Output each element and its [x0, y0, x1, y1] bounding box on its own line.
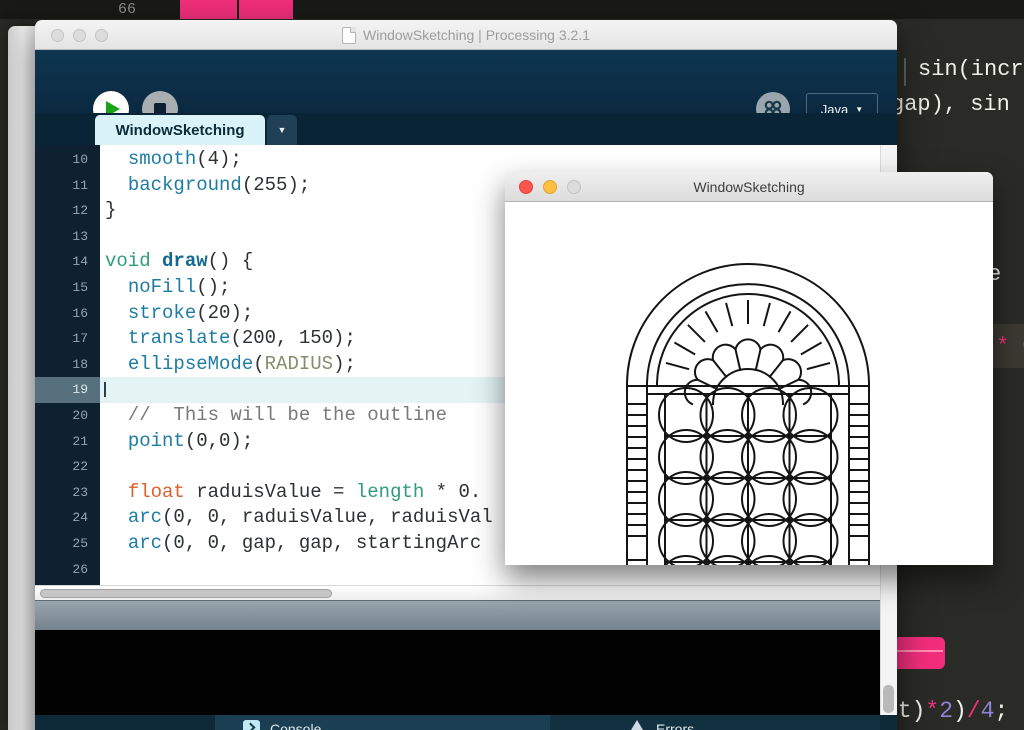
desktop: 66 sin(incr gap), sin e * * 0 et)*2)/4; …: [0, 0, 1024, 730]
horizontal-scrollbar[interactable]: [35, 585, 897, 600]
line-number: 10: [72, 152, 88, 167]
background-cursor-bar: [904, 58, 906, 86]
code-text: arc(0, 0, raduisValue, raduisVal: [127, 506, 493, 529]
tab-console[interactable]: Console: [215, 715, 550, 730]
tab-windowsketching[interactable]: WindowSketching: [95, 115, 265, 145]
line-number: 11: [72, 177, 88, 193]
line-number: 17: [72, 331, 88, 347]
sketch-tab-bar: WindowSketching ▼: [35, 113, 897, 145]
bg-code-operator: *: [996, 334, 1010, 359]
line-number: 25: [72, 535, 88, 551]
document-icon: [342, 26, 356, 44]
background-line-number: 66: [118, 1, 137, 18]
bottom-tab-bar: Console Errors: [35, 715, 897, 730]
sketch-canvas: [505, 202, 993, 565]
line-number: 15: [72, 279, 88, 295]
minimap-highlight-block: [180, 0, 237, 19]
background-top-bar: 66: [0, 0, 1024, 19]
code-line[interactable]: 10 smooth(4);: [35, 147, 897, 173]
message-bar: [35, 600, 897, 630]
line-number: 19: [72, 382, 88, 398]
background-code-line: et)*2)/4;: [884, 698, 1008, 724]
errors-tab-label: Errors: [656, 721, 695, 730]
code-text: point(0,0);: [127, 429, 254, 452]
code-text: arc(0, 0, gap, gap, startingArc: [127, 531, 482, 554]
line-number: 20: [72, 407, 88, 423]
warning-triangle-icon: [628, 720, 646, 730]
line-number: 18: [72, 356, 88, 372]
horizontal-scrollbar-thumb[interactable]: [40, 589, 332, 598]
minimap-highlight-block: [893, 637, 945, 669]
code-text: translate(200, 150);: [127, 327, 356, 350]
code-text: stroke(20);: [127, 301, 254, 324]
line-number: 22: [72, 459, 88, 475]
background-code-line: gap), sin: [891, 92, 1010, 117]
background-code-line: * 0: [996, 334, 1024, 359]
background-code-line: sin(incr: [918, 57, 1024, 82]
sketch-output-window: WindowSketching: [505, 172, 993, 565]
background-code-line: e *: [988, 262, 1024, 287]
arched-window-drawing: [626, 263, 870, 565]
bg-code-text: ): [953, 698, 967, 724]
bg-code-number: 2: [939, 698, 954, 724]
line-number: 21: [72, 433, 88, 449]
bg-code-operator: *: [925, 698, 940, 724]
sketch-window-title: WindowSketching: [693, 179, 805, 195]
sketch-titlebar[interactable]: WindowSketching: [505, 172, 993, 202]
text-caret: [104, 382, 106, 398]
line-number: 16: [72, 305, 88, 321]
bg-code-number: 4: [980, 698, 995, 724]
tab-errors[interactable]: Errors: [550, 715, 880, 730]
bg-code-operator: /: [966, 698, 981, 724]
bg-code-text: ;: [994, 698, 1009, 724]
line-number: 12: [72, 203, 88, 219]
code-text: // This will be the outline: [105, 403, 448, 426]
code-text: void draw() {: [105, 250, 254, 273]
code-text: smooth(4);: [127, 148, 242, 170]
line-number: 23: [72, 484, 88, 500]
console-output[interactable]: [35, 630, 880, 715]
console-tab-label: Console: [270, 721, 322, 730]
background-window-edge: [8, 26, 35, 730]
tab-menu-button[interactable]: ▼: [267, 115, 297, 145]
ide-toolbar: Java ▼: [35, 50, 897, 127]
line-number: 24: [72, 510, 88, 526]
line-number: 26: [72, 561, 88, 577]
code-text: ellipseMode(RADIUS);: [127, 352, 356, 375]
minimap-highlight-block: [239, 0, 293, 19]
code-text: background(255);: [127, 173, 311, 196]
code-text: }: [105, 199, 117, 222]
line-number: 13: [72, 228, 88, 244]
chevron-down-icon: ▼: [277, 125, 287, 135]
code-text: noFill();: [127, 275, 231, 298]
vertical-scrollbar-thumb[interactable]: [883, 685, 894, 713]
console-icon: [243, 720, 260, 730]
ide-titlebar[interactable]: WindowSketching | Processing 3.2.1: [35, 20, 897, 50]
code-text: float raduisValue = length * 0.: [127, 480, 482, 503]
line-number: 14: [72, 254, 88, 270]
ide-window-title: WindowSketching | Processing 3.2.1: [363, 27, 590, 43]
minimap-highlight-line: [895, 650, 943, 652]
